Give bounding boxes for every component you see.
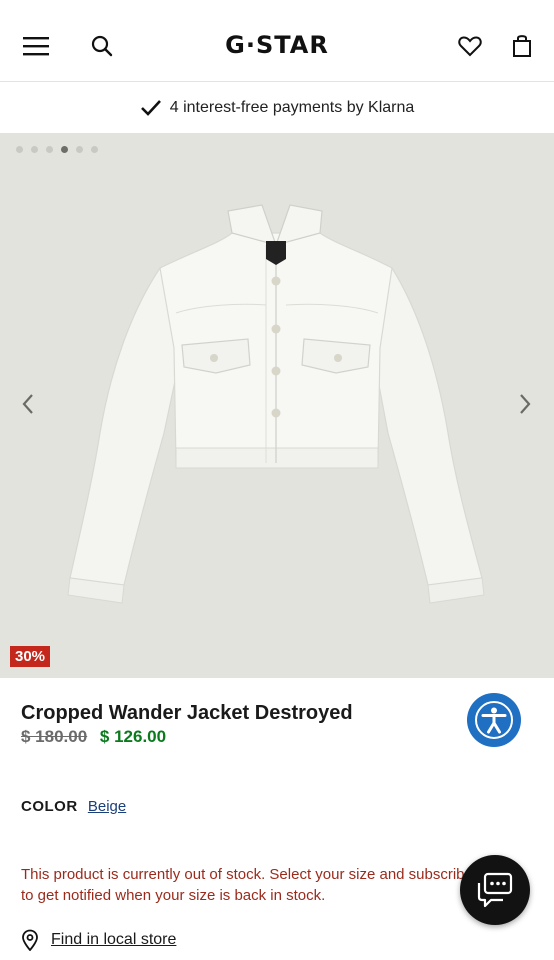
product-image — [67, 204, 485, 604]
previous-image-arrow[interactable] — [16, 388, 40, 420]
out-of-stock-message: This product is currently out of stock. … — [21, 866, 473, 904]
accessibility-button[interactable] — [467, 693, 521, 747]
klarna-banner: 4 interest-free payments by Klarna — [0, 82, 554, 133]
color-label: COLOR — [21, 798, 78, 815]
location-pin-icon — [22, 929, 38, 951]
product-info: Cropped Wander Jacket Destroyed $ 180.00… — [0, 678, 554, 960]
chat-icon — [477, 872, 513, 908]
accessibility-icon — [475, 701, 513, 739]
next-image-arrow[interactable] — [513, 388, 537, 420]
checkmark-icon — [140, 99, 162, 117]
product-title: Cropped Wander Jacket Destroyed — [21, 702, 353, 724]
find-in-store[interactable]: Find in local store — [21, 929, 176, 951]
color-selector: COLOR Beige — [21, 798, 126, 815]
original-price: $ 180.00 — [21, 727, 88, 746]
discount-badge: 30% — [10, 646, 51, 667]
chat-button[interactable] — [460, 855, 530, 925]
price-block: $ 180.00 $ 126.00 — [21, 727, 166, 747]
color-link[interactable]: Beige — [88, 798, 126, 815]
sale-price: $ 126.00 — [99, 727, 167, 746]
heart-icon[interactable] — [456, 32, 484, 60]
site-header: G·STAR — [0, 0, 554, 82]
klarna-text: 4 interest-free payments by Klarna — [169, 98, 415, 116]
find-in-store-link[interactable]: Find in local store — [51, 931, 176, 949]
shopping-bag-icon[interactable] — [508, 32, 536, 60]
product-image-gallery[interactable]: 30% — [0, 133, 554, 678]
